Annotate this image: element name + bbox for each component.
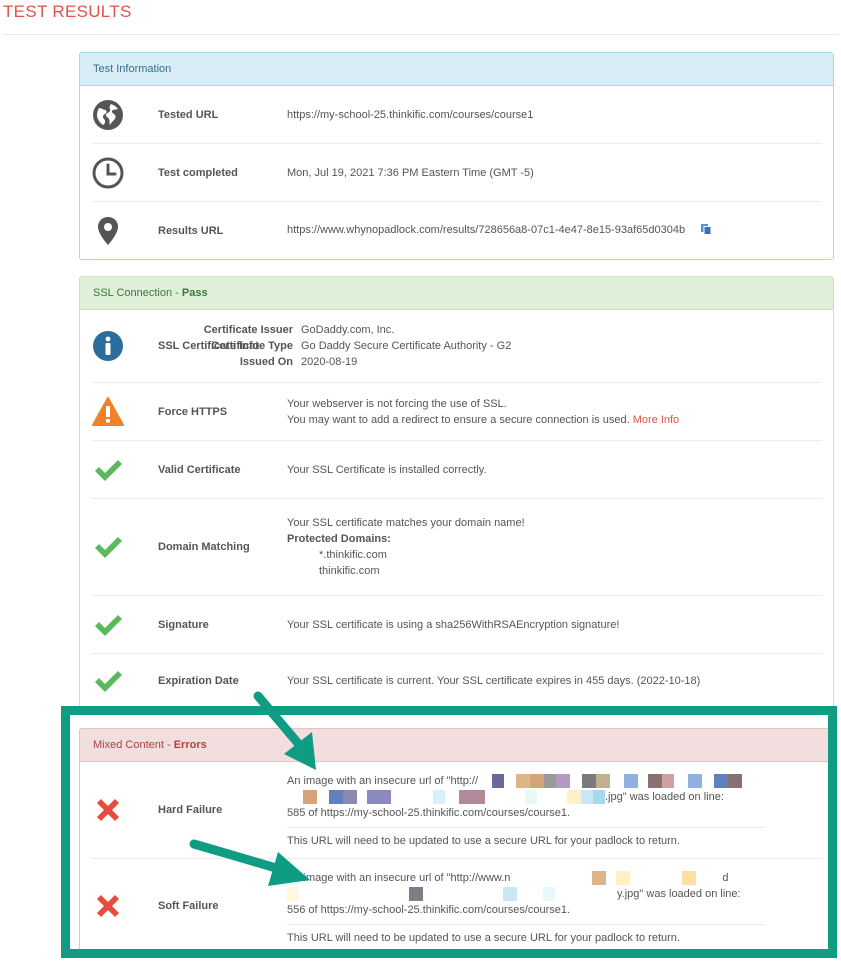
clock-icon (92, 157, 124, 189)
results-url-value: https://www.whynopadlock.com/results/728… (287, 222, 817, 240)
expiration-date-row: Expiration Date Your SSL certificate is … (92, 654, 822, 708)
protected-domain-item: *.thinkific.com (319, 549, 387, 561)
force-https-label: Force HTTPS (158, 405, 228, 418)
test-completed-value: Mon, Jul 19, 2021 7:36 PM Eastern Time (… (287, 166, 534, 179)
domain-matching-label: Domain Matching (158, 541, 250, 553)
certificate-info-value: Certificate Issuer GoDaddy.com, Inc. Cert… (204, 322, 817, 370)
warning-icon (92, 396, 124, 428)
test-completed-row: Test completed Mon, Jul 19, 2021 7:36 PM… (92, 144, 822, 202)
results-url-text[interactable]: https://www.whynopadlock.com/results/728… (287, 224, 685, 236)
force-https-value: Your webserver is not forcing the use of… (287, 396, 817, 428)
globe-icon (92, 99, 124, 131)
tested-url-row: Tested URL https://my-school-25.thinkifi… (92, 86, 822, 144)
force-https-line1: Your webserver is not forcing the use of… (287, 397, 507, 410)
tested-url-value: https://my-school-25.thinkific.com/cours… (287, 108, 534, 121)
issuer-key: Certificate Issuer (203, 324, 293, 336)
issuer-value: GoDaddy.com, Inc. (301, 324, 395, 336)
panel-heading: SSL Connection - Pass (80, 277, 833, 310)
panel-heading: Test Information (80, 53, 833, 86)
copy-icon[interactable] (700, 223, 712, 240)
type-value: Go Daddy Secure Certificate Authority - … (301, 340, 512, 352)
panel-heading-text: Test Information (93, 63, 172, 75)
domain-matching-value: Your SSL certificate matches your domain… (287, 515, 817, 579)
map-pin-icon (92, 215, 124, 247)
issued-key: Issued On (239, 356, 293, 368)
tested-url-label: Tested URL (158, 108, 219, 121)
domain-matching-line1: Your SSL certificate matches your domain… (287, 517, 525, 529)
ssl-connection-panel: SSL Connection - Pass SSL Certificate In… (79, 276, 834, 708)
panel-heading-text: SSL Connection (93, 287, 173, 299)
signature-label: Signature (158, 618, 209, 631)
protected-domains-label: Protected Domains: (287, 533, 391, 545)
page-title: TEST RESULTS (3, 2, 132, 21)
ssl-status: Pass (181, 287, 208, 299)
title-divider (3, 34, 839, 35)
domain-matching-row: Domain Matching Your SSL certificate mat… (92, 499, 822, 596)
results-url-row: Results URL https://www.whynopadlock.com… (92, 202, 822, 260)
valid-certificate-row: Valid Certificate Your SSL Certificate i… (92, 441, 822, 499)
check-icon (92, 454, 124, 486)
signature-value: Your SSL certificate is using a sha256Wi… (287, 618, 620, 631)
force-https-line2: You may want to add a redirect to ensure… (287, 413, 630, 426)
valid-certificate-label: Valid Certificate (158, 463, 241, 476)
check-icon (92, 665, 124, 697)
check-icon (92, 609, 124, 641)
annotation-arrow-right-icon (189, 839, 310, 886)
heading-separator: - (172, 287, 182, 299)
protected-domain-item: thinkific.com (319, 565, 380, 577)
type-key: Certificate Type (211, 340, 293, 352)
results-url-label: Results URL (158, 225, 224, 237)
expiration-date-value: Your SSL certificate is current. Your SS… (287, 675, 701, 687)
issued-value: 2020-08-19 (301, 356, 358, 368)
test-information-panel: Test Information Tested URL https://my-s… (79, 52, 834, 260)
info-icon (92, 330, 124, 362)
certificate-info-row: SSL Certificate Info Certificate Issuer G… (92, 310, 822, 383)
signature-row: Signature Your SSL certificate is using … (92, 596, 822, 654)
annotation-arrow-down-icon (253, 691, 316, 770)
valid-certificate-value: Your SSL Certificate is installed correc… (287, 463, 487, 476)
force-https-row: Force HTTPS Your webserver is not forcin… (92, 383, 822, 441)
check-icon (92, 531, 124, 563)
more-info-link[interactable]: More Info (633, 414, 679, 426)
expiration-date-label: Expiration Date (158, 675, 239, 687)
test-completed-label: Test completed (158, 166, 238, 179)
annotation-highlight-box (61, 706, 837, 958)
